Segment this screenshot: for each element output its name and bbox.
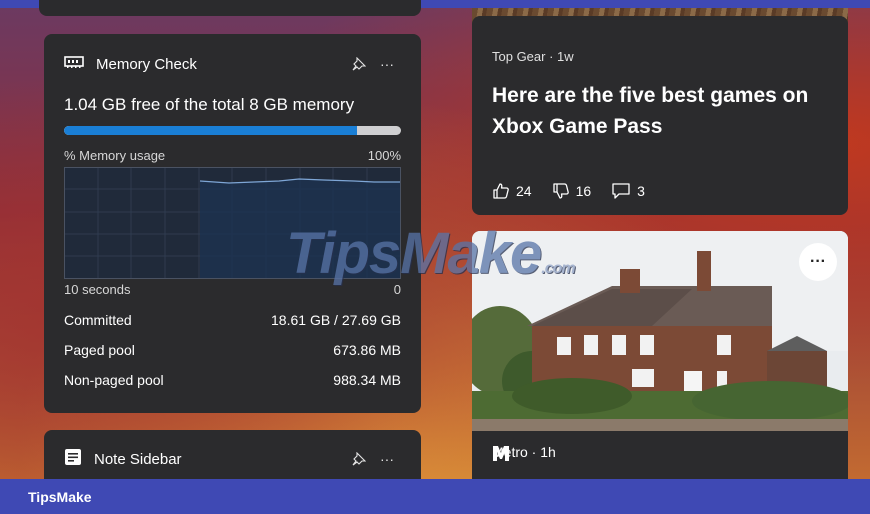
graph-labels: % Memory usage 100% bbox=[64, 148, 401, 163]
like-count: 24 bbox=[516, 183, 532, 199]
like-button[interactable]: 24 bbox=[492, 182, 532, 200]
pin-icon[interactable] bbox=[345, 448, 373, 470]
stat-value: 18.61 GB / 27.69 GB bbox=[271, 312, 401, 328]
metro-logo-icon bbox=[493, 446, 509, 461]
memory-usage-bar-fill bbox=[64, 126, 358, 135]
stat-row-committed: Committed 18.61 GB / 27.69 GB bbox=[64, 312, 401, 342]
stat-row-non-paged-pool: Non-paged pool 988.34 MB bbox=[64, 372, 401, 402]
memory-usage-bar bbox=[64, 126, 401, 135]
comment-icon bbox=[612, 183, 630, 199]
footer-bar: TipsMake bbox=[0, 479, 870, 514]
more-options-icon[interactable]: ··· bbox=[373, 448, 401, 470]
stat-row-paged-pool: Paged pool 673.86 MB bbox=[64, 342, 401, 372]
stat-value: 673.86 MB bbox=[333, 342, 401, 358]
widget-title: Memory Check bbox=[96, 55, 197, 73]
thumbs-up-icon bbox=[493, 183, 509, 199]
stat-label: Non-paged pool bbox=[64, 372, 164, 388]
memory-chip-icon bbox=[64, 55, 84, 74]
previous-widget-edge bbox=[39, 0, 421, 16]
footer-brand: TipsMake bbox=[28, 489, 92, 505]
dislike-count: 16 bbox=[575, 183, 592, 199]
watermark: TipsMake.com bbox=[286, 221, 576, 286]
article-source: Metro · 1h bbox=[492, 444, 556, 461]
article-headline[interactable]: Here are the five best games on Xbox Gam… bbox=[492, 80, 832, 142]
news-article-card[interactable]: Top Gear · 1w Here are the five best gam… bbox=[472, 16, 848, 215]
more-options-button[interactable]: ··· bbox=[799, 243, 837, 281]
comment-count: 3 bbox=[637, 183, 645, 199]
widget-title: Note Sidebar bbox=[94, 450, 182, 468]
axis-left-label: 10 seconds bbox=[64, 282, 131, 297]
stat-value: 988.34 MB bbox=[333, 372, 401, 388]
comment-button[interactable]: 3 bbox=[611, 182, 645, 200]
stat-label: Committed bbox=[64, 312, 132, 328]
memory-stats: Committed 18.61 GB / 27.69 GB Paged pool… bbox=[64, 312, 401, 402]
widget-header: Note Sidebar ··· bbox=[64, 447, 401, 471]
widget-header: Memory Check ··· bbox=[64, 52, 401, 76]
article-source: Top Gear · 1w bbox=[492, 49, 574, 64]
graph-label: % Memory usage bbox=[64, 148, 166, 163]
memory-free-text: 1.04 GB free of the total 8 GB memory bbox=[64, 95, 355, 114]
note-icon bbox=[64, 448, 82, 471]
graph-max-label: 100% bbox=[367, 148, 401, 163]
article-reactions: 24 16 3 bbox=[492, 182, 665, 200]
pin-icon[interactable] bbox=[345, 53, 373, 75]
thumbs-down-icon bbox=[552, 183, 569, 199]
stat-label: Paged pool bbox=[64, 342, 135, 358]
dislike-button[interactable]: 16 bbox=[552, 182, 592, 200]
more-options-icon[interactable]: ··· bbox=[373, 53, 401, 75]
